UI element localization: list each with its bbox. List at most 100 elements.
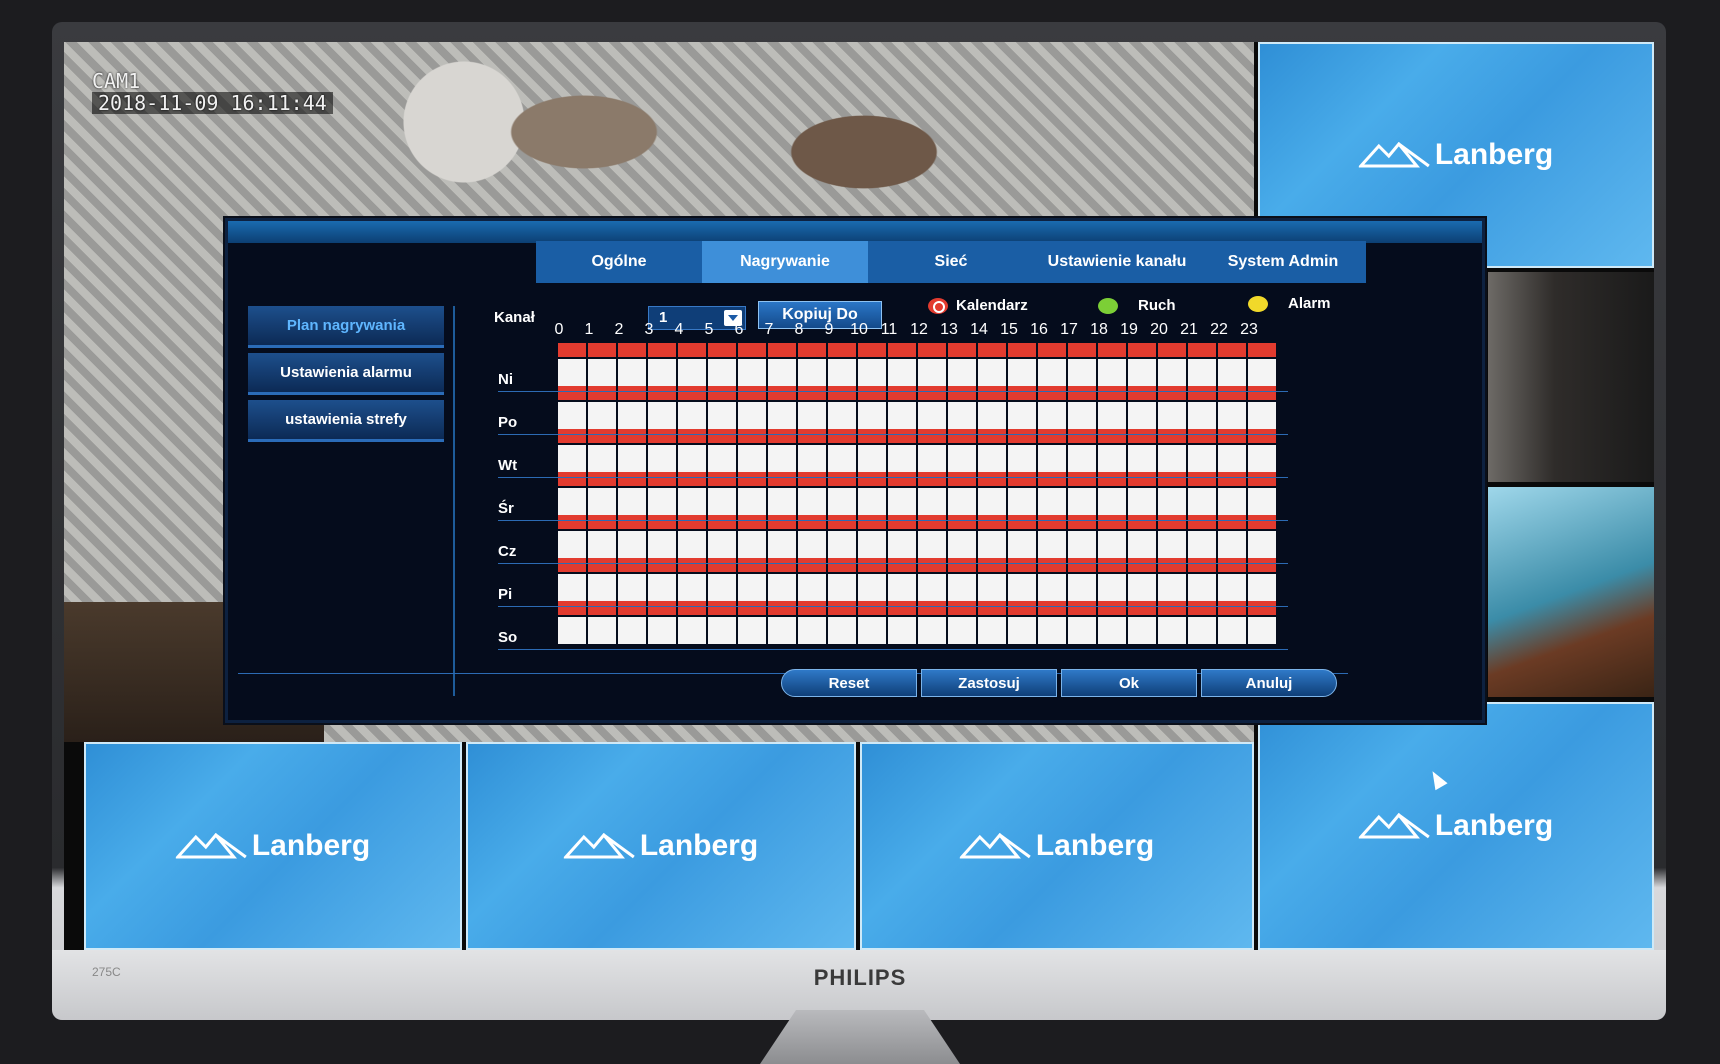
schedule-cell-recording[interactable] [1068,601,1096,615]
schedule-cell-empty[interactable] [678,617,706,644]
schedule-cell-empty[interactable] [1038,574,1066,601]
schedule-cell-recording[interactable] [738,429,766,443]
schedule-cell-empty[interactable] [1158,488,1186,515]
schedule-cell-empty[interactable] [1158,531,1186,558]
schedule-cell-empty[interactable] [1128,617,1156,644]
schedule-cell-empty[interactable] [1218,574,1246,601]
schedule-cell-recording[interactable] [948,472,976,486]
schedule-cell-empty[interactable] [678,531,706,558]
schedule-cell-empty[interactable] [1098,359,1126,386]
apply-button[interactable]: Zastosuj [921,669,1057,697]
schedule-cell-recording[interactable] [828,558,856,572]
schedule-cell-empty[interactable] [1038,488,1066,515]
schedule-cell-recording[interactable] [828,386,856,400]
schedule-cell-recording[interactable] [618,601,646,615]
schedule-cell-recording[interactable] [798,601,826,615]
schedule-cell-recording[interactable] [558,601,586,615]
schedule-cell-recording[interactable] [1158,515,1186,529]
schedule-cell-recording[interactable] [648,558,676,572]
schedule-cell-empty[interactable] [1068,531,1096,558]
schedule-cell-empty[interactable] [1008,617,1036,644]
camera-view-right-b[interactable] [1488,487,1654,697]
schedule-cell-recording[interactable] [588,343,616,357]
schedule-cell-empty[interactable] [618,359,646,386]
schedule-cell-empty[interactable] [948,445,976,472]
schedule-cell-empty[interactable] [618,617,646,644]
schedule-cell-empty[interactable] [1098,402,1126,429]
schedule-cell-recording[interactable] [738,343,766,357]
tab-channel-settings[interactable]: Ustawienie kanału [1034,241,1200,283]
tab-system-admin[interactable]: System Admin [1200,241,1366,283]
schedule-cell-recording[interactable] [948,515,976,529]
schedule-cell-empty[interactable] [1068,402,1096,429]
schedule-cell-empty[interactable] [558,531,586,558]
schedule-cell-recording[interactable] [558,558,586,572]
schedule-cell-recording[interactable] [1188,515,1216,529]
schedule-cell-recording[interactable] [648,386,676,400]
schedule-cell-recording[interactable] [798,472,826,486]
schedule-cell-recording[interactable] [1248,558,1276,572]
schedule-cell-recording[interactable] [738,601,766,615]
schedule-cell-empty[interactable] [768,617,796,644]
schedule-cell-recording[interactable] [588,386,616,400]
schedule-cell-empty[interactable] [1098,531,1126,558]
schedule-cell-empty[interactable] [1038,445,1066,472]
schedule-cell-empty[interactable] [1008,359,1036,386]
schedule-cell-empty[interactable] [618,574,646,601]
camera-tile-empty[interactable]: Lanberg [1258,702,1654,950]
schedule-cell-empty[interactable] [1188,359,1216,386]
schedule-cell-recording[interactable] [618,386,646,400]
schedule-cell-empty[interactable] [708,359,736,386]
schedule-cell-recording[interactable] [1038,601,1066,615]
schedule-cell-empty[interactable] [1218,359,1246,386]
schedule-cell-recording[interactable] [978,472,1006,486]
schedule-cell-empty[interactable] [798,574,826,601]
schedule-cell-recording[interactable] [558,515,586,529]
schedule-cell-empty[interactable] [828,359,856,386]
schedule-cell-empty[interactable] [1218,531,1246,558]
schedule-cell-empty[interactable] [648,617,676,644]
schedule-cell-recording[interactable] [1158,386,1186,400]
schedule-cell-recording[interactable] [888,515,916,529]
schedule-cell-empty[interactable] [1188,617,1216,644]
schedule-cell-recording[interactable] [618,515,646,529]
schedule-cell-recording[interactable] [1008,386,1036,400]
schedule-cell-empty[interactable] [918,531,946,558]
schedule-cell-recording[interactable] [678,515,706,529]
schedule-cell-recording[interactable] [918,386,946,400]
schedule-cell-recording[interactable] [1098,515,1126,529]
schedule-cell-empty[interactable] [1248,402,1276,429]
schedule-cell-recording[interactable] [1188,601,1216,615]
schedule-cell-recording[interactable] [1068,386,1096,400]
schedule-cell-recording[interactable] [708,472,736,486]
schedule-cell-empty[interactable] [1248,445,1276,472]
schedule-cell-recording[interactable] [708,558,736,572]
schedule-cell-recording[interactable] [1038,343,1066,357]
schedule-cell-recording[interactable] [678,558,706,572]
schedule-cell-recording[interactable] [1098,386,1126,400]
schedule-cell-recording[interactable] [1038,429,1066,443]
schedule-cell-empty[interactable] [1068,617,1096,644]
schedule-cell-empty[interactable] [1008,488,1036,515]
schedule-cell-recording[interactable] [1218,515,1246,529]
schedule-cell-recording[interactable] [1188,386,1216,400]
schedule-cell-empty[interactable] [828,574,856,601]
schedule-cell-recording[interactable] [1008,429,1036,443]
schedule-cell-empty[interactable] [978,402,1006,429]
schedule-cell-empty[interactable] [768,445,796,472]
schedule-cell-empty[interactable] [558,402,586,429]
schedule-cell-recording[interactable] [1098,343,1126,357]
schedule-cell-recording[interactable] [618,429,646,443]
schedule-cell-empty[interactable] [1068,359,1096,386]
schedule-cell-recording[interactable] [768,558,796,572]
schedule-cell-recording[interactable] [948,429,976,443]
schedule-cell-recording[interactable] [1248,343,1276,357]
schedule-cell-recording[interactable] [1128,515,1156,529]
schedule-cell-recording[interactable] [1158,601,1186,615]
schedule-cell-recording[interactable] [918,558,946,572]
schedule-cell-empty[interactable] [1038,402,1066,429]
cancel-button[interactable]: Anuluj [1201,669,1337,697]
schedule-cell-recording[interactable] [918,601,946,615]
schedule-cell-recording[interactable] [828,429,856,443]
schedule-cell-empty[interactable] [798,617,826,644]
